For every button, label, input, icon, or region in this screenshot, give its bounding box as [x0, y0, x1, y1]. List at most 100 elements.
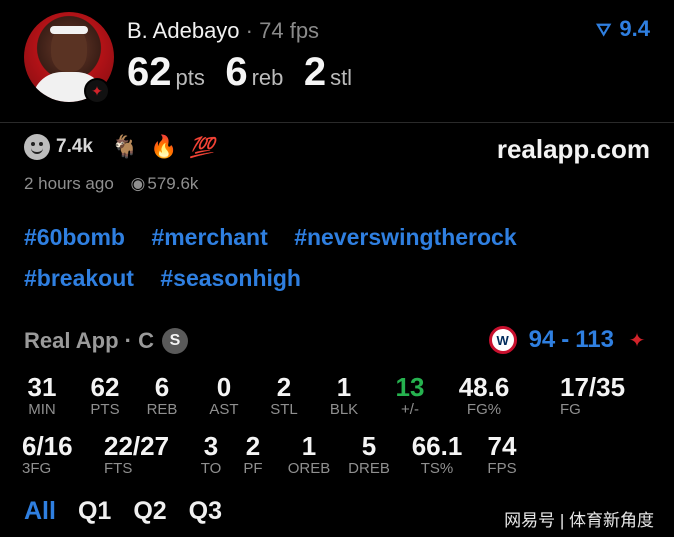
hashtag[interactable]: #breakout	[24, 265, 134, 292]
stat-value: 31	[27, 372, 57, 402]
period-tabs: All Q1 Q2 Q3	[24, 497, 222, 526]
stat-to: 3 TO	[196, 432, 226, 478]
stat-fg: 17/35 FG	[560, 372, 626, 419]
tab-q2[interactable]: Q2	[133, 497, 166, 526]
player-fps: 74 fps	[259, 18, 320, 43]
heat-logo-icon: ✦	[628, 329, 646, 352]
stat-value: 62	[90, 372, 120, 402]
stat-value: 1	[336, 372, 352, 402]
headline-points-unit: pts	[175, 65, 205, 90]
rating-icon: ⛛	[596, 20, 612, 40]
stat-pf: 2 PF	[238, 432, 268, 478]
stat-blk: 1 BLK	[322, 373, 366, 419]
stat-value: 0	[216, 372, 232, 402]
reaction-bar: 7.4k 🐐 🔥 💯	[24, 134, 215, 160]
stat-value: 6	[154, 372, 170, 402]
brand-link[interactable]: realapp.com	[497, 134, 650, 165]
player-name[interactable]: B. Adebayo	[127, 18, 240, 43]
stat-fts: 22/27 FTS	[104, 432, 188, 478]
stat-label: PTS	[90, 401, 120, 418]
stat-fg-pct: 48.6 FG%	[452, 373, 516, 419]
stat-ts-pct: 66.1 TS%	[406, 432, 468, 478]
game-source: Real App · C S	[24, 328, 188, 354]
stat-label: +/-	[401, 401, 419, 418]
stat-label: FTS	[104, 460, 133, 477]
headline-steals-value: 2	[303, 50, 327, 94]
stat-label: BLK	[329, 401, 359, 418]
stat-label: REB	[146, 401, 178, 418]
hashtag[interactable]: #neverswingtherock	[294, 224, 516, 251]
stat-fps: 74 FPS	[482, 432, 522, 478]
stat-label: DREB	[348, 460, 390, 477]
source-watermark: 网易号 | 体育新角度	[504, 511, 654, 530]
stat-label: TO	[200, 460, 222, 477]
headline-rebounds-value: 6	[225, 50, 248, 94]
stat-value: 3	[203, 431, 219, 461]
hundred-reaction-icon[interactable]: 💯	[190, 135, 215, 160]
headline-rebounds-unit: reb	[251, 65, 284, 90]
reaction-count: 7.4k	[56, 136, 93, 157]
stat-stl: 2 STL	[262, 373, 306, 419]
game-source-label: Real App · C	[24, 328, 154, 353]
stat-value: 17/35	[560, 372, 626, 402]
stat-dreb: 5 DREB	[344, 432, 394, 478]
headline-points-value: 62	[127, 50, 172, 94]
post-time: 2 hours ago	[24, 174, 114, 193]
tab-q3[interactable]: Q3	[189, 497, 222, 526]
hashtag-list: #60bomb #merchant #neverswingtherock #br…	[24, 224, 664, 306]
stat-3fg: 6/16 3FG	[22, 432, 86, 478]
stat-ast: 0 AST	[202, 373, 246, 419]
headline-stats: 62 pts 6 reb 2 stl	[127, 50, 368, 95]
stat-label: FG%	[466, 401, 502, 418]
avatar-headband	[50, 26, 88, 34]
stat-oreb: 1 OREB	[284, 432, 334, 478]
stat-value: 13	[395, 372, 425, 402]
stat-reb: 6 REB	[140, 373, 184, 419]
section-divider	[0, 122, 674, 123]
eye-icon: ◉	[130, 174, 146, 193]
stat-label: PF	[243, 460, 263, 477]
status-badge: S	[161, 328, 188, 354]
stat-label: FG	[560, 401, 581, 418]
stat-value: 2	[276, 372, 292, 402]
stat-pts: 62 PTS	[82, 373, 128, 419]
stat-value: 74	[487, 431, 517, 461]
fire-reaction-icon[interactable]: 🔥	[150, 134, 177, 160]
headline-steals-unit: stl	[330, 65, 353, 90]
stat-value: 2	[245, 431, 261, 461]
stat-value: 1	[301, 431, 317, 461]
away-score: 94	[528, 326, 556, 353]
stat-label: FPS	[487, 460, 517, 477]
hashtag[interactable]: #seasonhigh	[160, 265, 301, 292]
hashtag[interactable]: #60bomb	[24, 224, 125, 251]
stat-label: TS%	[420, 460, 454, 477]
goat-reaction-icon[interactable]: 🐐	[111, 134, 138, 160]
heat-logo-icon: ✦	[84, 78, 110, 104]
rating-badge[interactable]: ⛛ 9.4	[596, 16, 650, 42]
smiley-reaction-icon[interactable]	[24, 134, 50, 160]
view-count: 579.6k	[147, 174, 199, 193]
title-separator: ·	[245, 18, 260, 43]
stat-label: MIN	[28, 401, 56, 418]
stat-min: 31 MIN	[20, 373, 64, 419]
wizards-logo-icon: W	[488, 326, 517, 354]
score-separator: -	[561, 326, 570, 353]
tab-q1[interactable]: Q1	[78, 497, 111, 526]
home-score: 113	[575, 326, 614, 353]
player-header: ✦ B. Adebayo · 74 fps ⛛ 9.4 62 pts 6 reb 2…	[0, 0, 674, 122]
stat-label: STL	[270, 401, 298, 418]
stat-value: 66.1	[411, 431, 463, 461]
player-title: B. Adebayo · 74 fps	[127, 18, 319, 44]
stat-value: 48.6	[458, 372, 510, 402]
stat-label: OREB	[287, 460, 331, 477]
hashtag[interactable]: #merchant	[151, 224, 267, 251]
stat-label: 3FG	[22, 460, 52, 477]
post-meta: 2 hours ago ◉ 579.6k	[24, 174, 198, 194]
game-score[interactable]: W 94 - 113 ✦	[488, 326, 650, 354]
stat-value: 22/27	[104, 431, 170, 461]
stat-label: AST	[209, 401, 239, 418]
stat-value: 6/16	[22, 431, 73, 461]
stat-plus-minus: 13 +/-	[388, 373, 432, 419]
tab-all[interactable]: All	[24, 497, 56, 526]
rating-value: 9.4	[619, 16, 650, 41]
